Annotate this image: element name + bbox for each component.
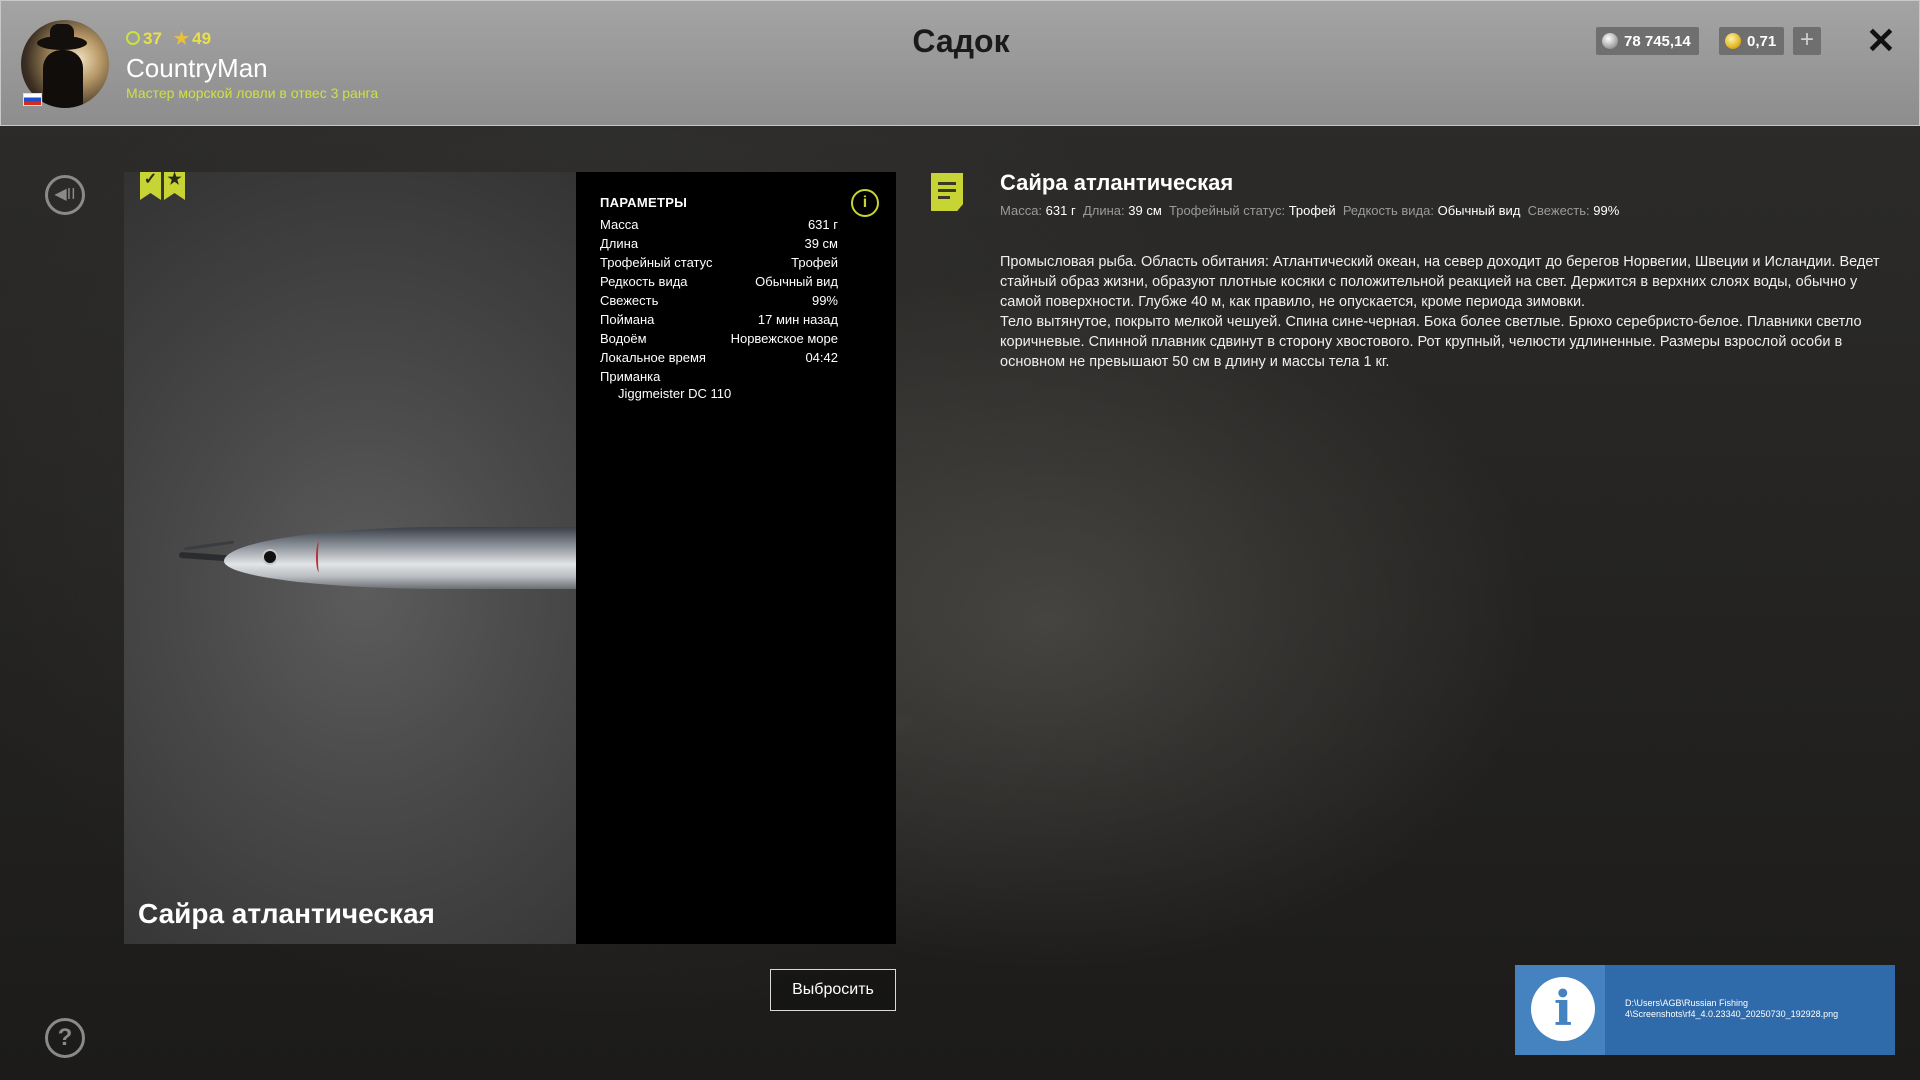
description-paragraph: Промысловая рыба. Область обитания: Атла… xyxy=(1000,254,1880,310)
gold-coin-icon xyxy=(1725,33,1741,49)
discard-button[interactable]: Выбросить xyxy=(770,969,896,1011)
fish-gill xyxy=(316,542,322,572)
meta-value: Обычный вид xyxy=(1437,203,1521,218)
description-title: Сайра атлантическая xyxy=(1000,170,1234,195)
lure-value: Jiggmeister DC 110 xyxy=(618,386,732,401)
parameters-title: ПАРАМЕТРЫ xyxy=(600,195,688,210)
gold-value: 0,71 xyxy=(1747,32,1777,50)
param-label: Водоём xyxy=(600,331,647,346)
info-icon[interactable]: i xyxy=(851,189,879,217)
meta-value: 99% xyxy=(1593,203,1620,218)
meta-value: 631 г xyxy=(1045,203,1076,218)
param-value: Норвежское море xyxy=(730,331,838,346)
param-value: 631 г xyxy=(807,217,838,232)
param-value: 39 см xyxy=(804,236,838,251)
fish-3d-view[interactable]: ✓ ★ Сайра атлантическая xyxy=(124,172,576,944)
description-meta: Масса: 631 г Длина: 39 см Трофейный стат… xyxy=(1000,203,1619,218)
silver-coin-icon xyxy=(1602,33,1618,49)
back-button[interactable]: ◀II xyxy=(45,175,85,215)
fish-upper-jaw xyxy=(184,540,234,551)
add-currency-button[interactable]: + xyxy=(1793,27,1821,55)
description-text: Промысловая рыба. Область обитания: Атла… xyxy=(1000,252,1880,372)
notification-line: 4\Screenshots\rf4_4.0.23340_20250730_192… xyxy=(1625,1009,1839,1019)
silver-balance: 78 745,14 xyxy=(1596,27,1699,55)
param-value: 04:42 xyxy=(805,350,838,365)
description-paragraph: Тело вытянутое, покрыто мелкой чешуей. С… xyxy=(1000,314,1862,370)
parameters-panel: ПАРАМЕТРЫ i Масса 631 г Длина 39 см Трофей… xyxy=(576,172,896,944)
notification-icon-box: i xyxy=(1515,965,1605,1055)
notification-line: D:\Users\AGB\Russian Fishing xyxy=(1625,998,1749,1008)
help-button[interactable]: ? xyxy=(45,1018,85,1058)
param-row: Локальное время 04:42 xyxy=(600,350,838,365)
note-icon xyxy=(931,173,963,211)
param-row: Трофейный статус Трофей xyxy=(600,255,838,270)
fish-name-overlay: Сайра атлантическая xyxy=(138,898,435,929)
screenshot-notification[interactable]: i D:\Users\AGB\Russian Fishing 4\Screens… xyxy=(1515,965,1895,1055)
russia-flag-icon xyxy=(23,93,42,106)
meta-label: Масса: xyxy=(1000,203,1043,218)
param-row: Свежесть 99% xyxy=(600,293,838,308)
param-row: Поймана 17 мин назад xyxy=(600,312,838,327)
fish-badges: ✓ ★ xyxy=(140,172,185,200)
fish-panel: ✓ ★ Сайра атлантическая ПАРАМЕТРЫ i Масс… xyxy=(124,172,926,944)
param-label: Локальное время xyxy=(600,350,706,365)
star-badge-icon: ★ xyxy=(164,172,185,200)
check-badge-icon: ✓ xyxy=(140,172,161,200)
param-value: Обычный вид xyxy=(755,274,838,289)
param-label: Поймана xyxy=(600,312,655,327)
param-label: Редкость вида xyxy=(600,274,688,289)
param-row: Масса 631 г xyxy=(600,217,838,232)
fish-eye xyxy=(262,549,278,565)
info-icon: i xyxy=(1531,977,1595,1041)
meta-label: Свежесть: xyxy=(1527,203,1590,218)
param-label: Приманка xyxy=(600,369,661,384)
param-value: 99% xyxy=(811,293,838,308)
close-button[interactable]: ✕ xyxy=(1863,21,1899,61)
param-label: Длина xyxy=(600,236,639,251)
param-value: Трофей xyxy=(791,255,838,270)
meta-label: Трофейный статус: xyxy=(1169,203,1286,218)
gold-balance: 0,71 xyxy=(1719,27,1785,55)
param-value: 17 мин назад xyxy=(757,312,838,327)
param-row: Редкость вида Обычный вид xyxy=(600,274,838,289)
top-bar: 37 ★ 49 CountryMan Мастер морской ловли в… xyxy=(0,0,1920,126)
notification-text: D:\Users\AGB\Russian Fishing 4\Screensho… xyxy=(1625,998,1875,1020)
meta-value: 39 см xyxy=(1128,203,1162,218)
meta-label: Длина: xyxy=(1082,203,1125,218)
meta-label: Редкость вида: xyxy=(1342,203,1434,218)
param-label: Трофейный статус xyxy=(600,255,713,270)
silver-value: 78 745,14 xyxy=(1624,32,1691,50)
player-rank: Мастер морской ловли в отвес 3 ранга xyxy=(126,85,379,101)
param-label: Масса xyxy=(600,217,639,232)
meta-value: Трофей xyxy=(1288,203,1336,218)
param-label: Свежесть xyxy=(600,293,659,308)
param-row: Длина 39 см xyxy=(600,236,838,251)
param-row: Приманка xyxy=(600,369,838,384)
param-row: Водоём Норвежское море xyxy=(600,331,838,346)
